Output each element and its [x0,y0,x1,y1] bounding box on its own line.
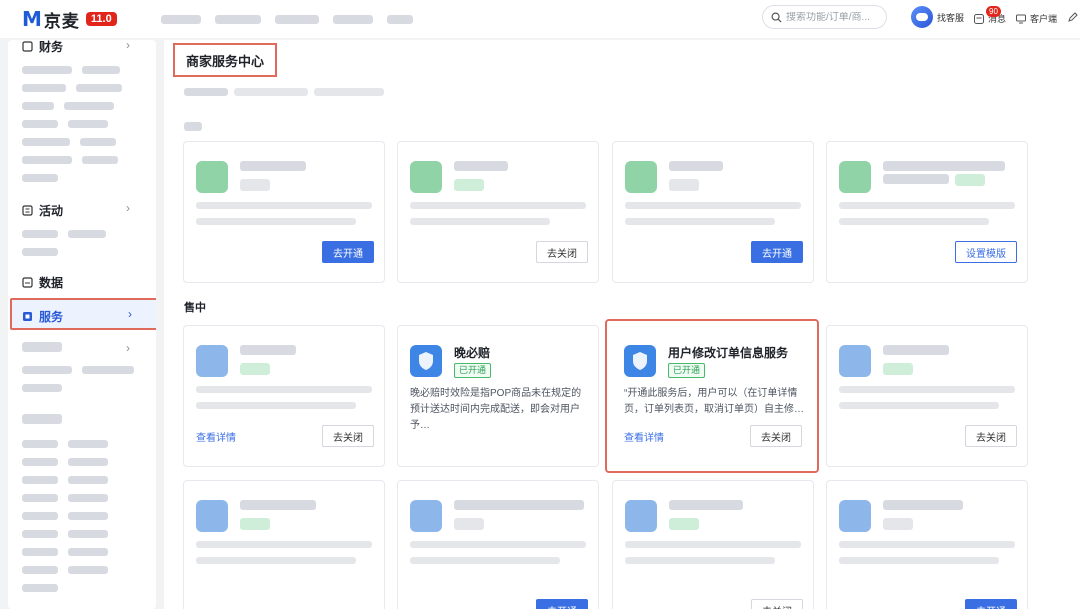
chevron-right-icon[interactable]: › [126,341,130,355]
chevron-right-icon[interactable]: › [126,201,130,215]
robot-avatar-icon [911,6,933,28]
logo-m-icon: M [22,7,42,31]
customer-service-button[interactable]: 找客服 [911,6,964,28]
service-card[interactable]: 去开通 [397,480,599,609]
view-details-link[interactable]: 查看详情 [624,429,664,444]
service-card[interactable]: 去开通 [826,480,1028,609]
top-nav-item[interactable] [332,14,373,24]
open-button[interactable]: 去开通 [322,241,374,263]
shield-icon [410,345,442,377]
sidebar-item-label: 服务 [39,310,64,324]
card-title: 用户修改订单信息服务 [668,346,789,360]
search-box[interactable] [762,5,887,29]
service-icon [196,345,228,377]
top-nav-item[interactable] [386,14,413,24]
page-title: 商家服务中心 [173,43,277,77]
section-label-in-sale: 售中 [184,302,206,314]
service-card[interactable]: 去关闭 [397,141,599,283]
sidebar: 财务 › 活动 › 数据 服务 › › [8,40,156,609]
service-card[interactable]: 去关闭 [612,480,814,609]
service-icon [23,312,32,321]
open-button[interactable]: 去开通 [965,599,1017,609]
open-button[interactable]: 去开通 [751,241,803,263]
sidebar-item-finance[interactable]: 财务 [22,40,63,55]
service-icon [410,500,442,532]
service-icon [839,500,871,532]
customer-service-label: 找客服 [937,12,965,23]
close-button[interactable]: 去关闭 [536,241,588,263]
search-input[interactable] [786,11,882,23]
close-button[interactable]: 去关闭 [751,599,803,609]
client-icon [1016,14,1026,23]
close-button[interactable]: 去关闭 [965,425,1017,447]
client-label: 客户端 [1030,14,1058,24]
shield-icon [624,345,656,377]
message-icon [974,13,984,24]
service-card-wanbipei[interactable]: 晚必赔 已开通 晚必赔时效险是指POP商品未在规定的预计送达时间内完成配送，即会… [397,325,599,467]
service-icon [196,500,228,532]
top-nav [160,14,413,24]
sidebar-item-service[interactable]: 服务 › [10,298,156,330]
top-nav-item[interactable] [160,14,201,24]
card-title: 晚必赔 [454,346,491,360]
status-badge: 已开通 [454,363,492,378]
section-label-presale [184,120,202,134]
page-subtitle [184,88,384,96]
version-badge: 11.0 [85,12,117,26]
service-card[interactable]: 去开通 [612,141,814,283]
main-panel: 商家服务中心 去开通 去关闭 去开通 设置模版 售中 查看详情 去关闭 晚必赔 … [164,40,1080,609]
service-icon [839,345,871,377]
service-icon [410,161,442,193]
edit-icon[interactable] [1068,12,1078,22]
messages-button[interactable]: 90 消息 [974,6,1006,25]
service-icon [196,161,228,193]
sidebar-item-service-head: 服务 [22,308,63,325]
activity-icon [22,205,33,216]
chevron-right-icon: › [128,307,132,321]
service-icon [625,500,657,532]
top-nav-item[interactable] [214,14,261,24]
status-badge: 已开通 [668,363,706,378]
finance-icon [22,41,33,52]
service-icon [625,161,657,193]
app-logo[interactable]: M 京麦 11.0 [22,7,117,32]
service-card[interactable]: 查看详情 去关闭 [183,325,385,467]
logo-text: 京麦 [43,11,80,31]
sidebar-item-label: 财务 [39,40,64,54]
service-card[interactable]: 去关闭 [826,325,1028,467]
open-button[interactable]: 去开通 [536,599,588,609]
service-card[interactable]: 设置模版 [826,141,1028,283]
set-template-button[interactable]: 设置模版 [955,241,1017,263]
sidebar-item-label: 活动 [39,204,64,218]
sidebar-item-data[interactable]: 数据 [22,274,63,291]
chevron-right-icon[interactable]: › [126,40,130,52]
service-card[interactable] [183,480,385,609]
message-count-badge: 90 [986,6,1001,17]
card-description: “开通此服务后，用户可以（在订单详情页，订单列表页，取消订单页）自主修… [624,388,804,415]
close-button[interactable]: 去关闭 [322,425,374,447]
client-button[interactable]: 客户端 [1016,12,1057,25]
card-description: 晚必赔时效险是指POP商品未在规定的预计送达时间内完成配送，即会对用户予… [410,388,582,431]
top-bar: M 京麦 11.0 找客服 90 消息 客户端 [0,0,1080,38]
top-nav-item[interactable] [274,14,319,24]
service-card[interactable]: 去开通 [183,141,385,283]
service-card-modify-order[interactable]: 用户修改订单信息服务 已开通 “开通此服务后，用户可以（在订单详情页，订单列表页… [605,319,819,473]
sidebar-item-label: 数据 [39,276,64,290]
service-icon [839,161,871,193]
search-icon [771,12,782,23]
view-details-link[interactable]: 查看详情 [196,429,236,444]
data-icon [22,277,33,288]
sidebar-item-activity[interactable]: 活动 [22,202,63,219]
close-button[interactable]: 去关闭 [750,425,802,447]
